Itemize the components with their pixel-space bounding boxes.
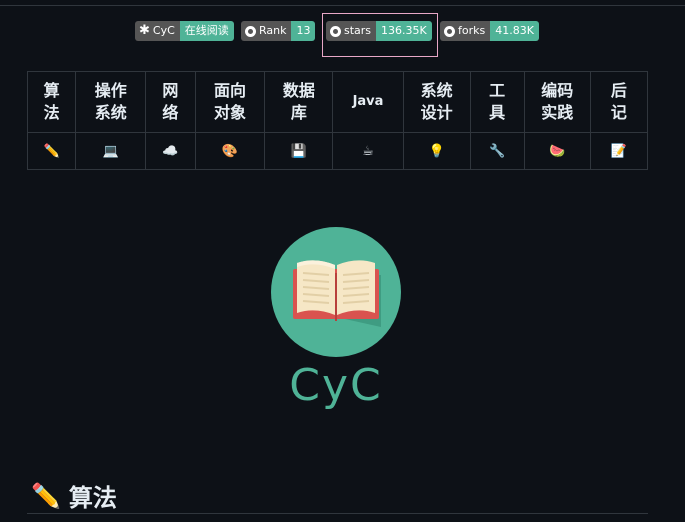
coffee-icon: ☕	[362, 143, 374, 159]
github-icon	[245, 25, 256, 37]
nav-link-network[interactable]: 网络	[145, 71, 196, 133]
badge-label: Rank	[259, 24, 287, 37]
asterisk-icon: ✱	[139, 23, 150, 38]
nav-link-oop[interactable]: 面向 对象	[194, 71, 266, 133]
badge-value: 13	[291, 21, 316, 41]
pencil-icon: ✏️	[31, 481, 61, 510]
light-bulb-icon: 💡	[428, 143, 445, 159]
github-icon	[444, 25, 455, 37]
nav-link-algorithm[interactable]: 算法	[26, 71, 77, 133]
nav-link-system-design[interactable]: 系统 设计	[402, 71, 471, 133]
memo-icon: 📝	[610, 143, 627, 159]
laptop-icon: 💻	[102, 143, 119, 159]
badge-label: forks	[458, 24, 486, 37]
top-divider	[0, 5, 685, 6]
pencil-icon: ✏️	[43, 143, 60, 159]
logo-text: CyC	[289, 360, 383, 411]
section-heading: ✏️ 算法	[31, 478, 117, 513]
rank-badge[interactable]: Rank 13	[241, 21, 316, 41]
heading-divider	[27, 513, 648, 514]
nav-table: 算法 操作 系统 网络 面向 对象 数据库 Java 系统 设计 工具 编码 实践 后记…	[26, 71, 649, 170]
cloud-icon: ☁️	[162, 143, 179, 159]
palette-icon: 🎨	[221, 143, 239, 159]
nav-link-coding-practice[interactable]: 编码 实践	[523, 71, 591, 133]
cyc-badge[interactable]: ✱ CyC 在线阅读	[135, 21, 234, 41]
nav-link-postscript[interactable]: 后记	[589, 71, 649, 133]
floppy-disk-icon: 💾	[290, 143, 308, 159]
section-title: 算法	[68, 484, 117, 512]
highlight-box	[322, 13, 438, 57]
nav-link-tools[interactable]: 工具	[469, 71, 525, 133]
watermelon-icon: 🍉	[549, 143, 566, 159]
open-book-icon	[293, 260, 381, 327]
nav-link-java[interactable]: Java	[332, 71, 404, 133]
nav-link-os[interactable]: 操作 系统	[75, 71, 147, 133]
forks-badge[interactable]: forks 41.83K	[440, 21, 539, 41]
badge-value: 在线阅读	[179, 21, 234, 41]
badge-value: 41.83K	[490, 21, 539, 41]
wrench-icon: 🔧	[489, 143, 506, 159]
logo-circle	[271, 227, 401, 357]
nav-link-database[interactable]: 数据库	[264, 71, 334, 133]
badge-label: CyC	[152, 24, 175, 37]
